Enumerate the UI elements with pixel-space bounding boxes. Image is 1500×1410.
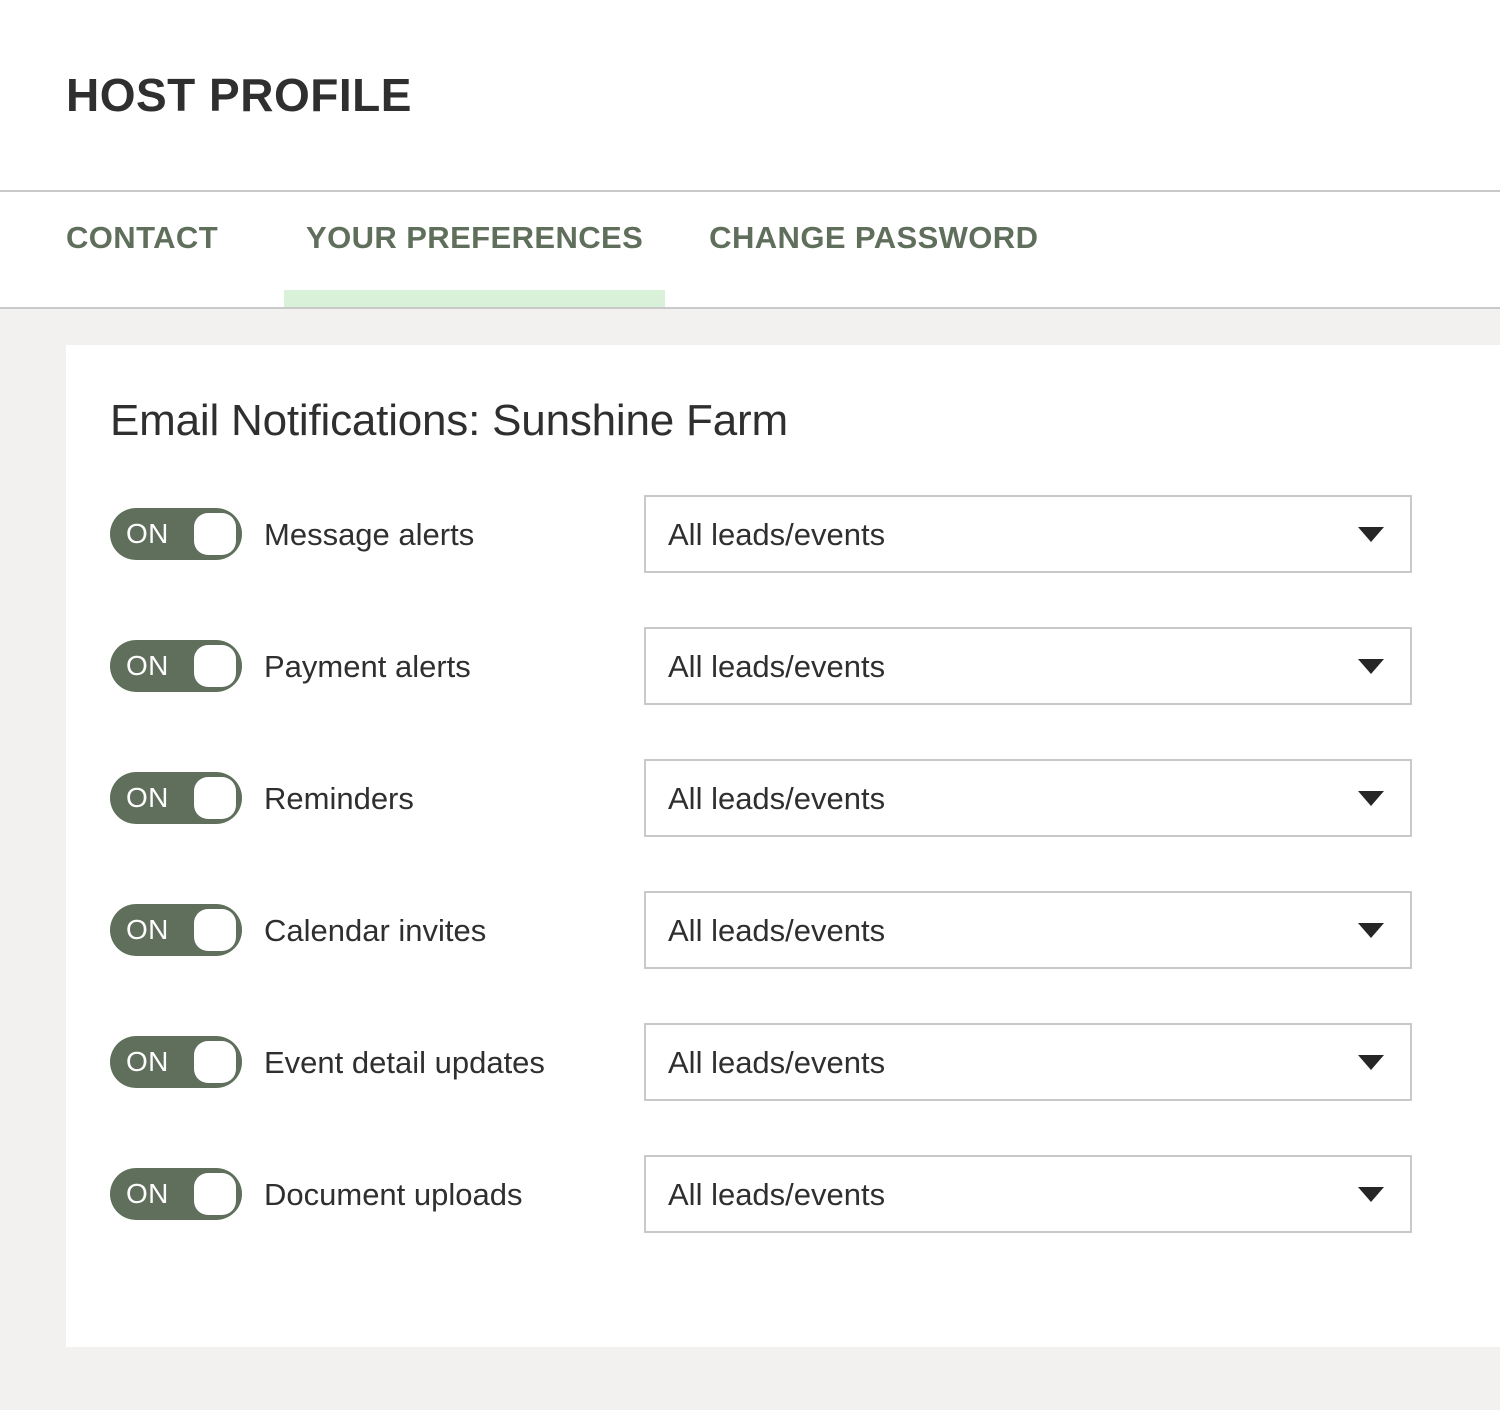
toggle-state-label: ON: [126, 914, 169, 946]
scope-select[interactable]: All leads/events: [644, 1023, 1412, 1102]
scope-select[interactable]: All leads/events: [644, 891, 1412, 970]
scope-select-value: All leads/events: [668, 1044, 886, 1080]
chevron-down-icon: [1358, 922, 1384, 938]
scope-select-value: All leads/events: [668, 516, 886, 552]
preference-label: Payment alerts: [264, 648, 471, 684]
host-profile-page: HOST PROFILE CONTACT YOUR PREFERENCES CHAN…: [0, 0, 1500, 1410]
preference-row: ON Message alerts All leads/events: [110, 495, 1500, 574]
tab-bar: CONTACT YOUR PREFERENCES CHANGE PASSWORD: [0, 192, 1500, 309]
chevron-down-icon: [1358, 1186, 1384, 1202]
chevron-down-icon: [1358, 790, 1384, 806]
toggle-state-label: ON: [126, 782, 169, 814]
toggle-switch[interactable]: ON: [110, 1036, 242, 1089]
tab-change-password[interactable]: CHANGE PASSWORD: [687, 192, 1060, 307]
card-title: Email Notifications: Sunshine Farm: [110, 396, 788, 445]
tab-label: CONTACT: [66, 220, 219, 255]
scope-select[interactable]: All leads/events: [644, 627, 1412, 706]
chevron-down-icon: [1358, 1054, 1384, 1070]
chevron-down-icon: [1358, 658, 1384, 674]
toggle-knob: [194, 1173, 236, 1216]
preference-row: ON Payment alerts All leads/events: [110, 627, 1500, 706]
toggle-switch[interactable]: ON: [110, 772, 242, 825]
preference-label: Document uploads: [264, 1176, 523, 1212]
preference-row: ON Document uploads All leads/events: [110, 1155, 1500, 1234]
toggle-switch[interactable]: ON: [110, 640, 242, 693]
scope-select[interactable]: All leads/events: [644, 759, 1412, 838]
preference-label: Event detail updates: [264, 1044, 545, 1080]
preference-label: Calendar invites: [264, 912, 487, 948]
preference-row: ON Calendar invites All leads/events: [110, 891, 1500, 970]
toggle-knob: [194, 513, 236, 556]
toggle-switch[interactable]: ON: [110, 508, 242, 561]
scope-select[interactable]: All leads/events: [644, 1155, 1412, 1234]
tab-label: CHANGE PASSWORD: [709, 220, 1039, 255]
toggle-state-label: ON: [126, 1046, 169, 1078]
preferences-list: ON Message alerts All leads/events ON Paymen…: [110, 495, 1500, 1234]
tab-contact[interactable]: CONTACT: [66, 192, 240, 307]
preference-label: Reminders: [264, 780, 414, 816]
email-notifications-card: Email Notifications: Sunshine Farm ON Mes…: [66, 345, 1500, 1347]
page-title: HOST PROFILE: [66, 69, 412, 121]
toggle-knob: [194, 1041, 236, 1084]
active-tab-underline: [284, 290, 666, 307]
toggle-knob: [194, 645, 236, 688]
toggle-knob: [194, 909, 236, 952]
scope-select-value: All leads/events: [668, 648, 886, 684]
scope-select-value: All leads/events: [668, 780, 886, 816]
toggle-state-label: ON: [126, 518, 169, 550]
page-body: Email Notifications: Sunshine Farm ON Mes…: [0, 309, 1500, 1410]
scope-select-value: All leads/events: [668, 912, 886, 948]
chevron-down-icon: [1358, 526, 1384, 542]
toggle-state-label: ON: [126, 1178, 169, 1210]
tab-your-preferences[interactable]: YOUR PREFERENCES: [284, 192, 666, 307]
preference-row: ON Reminders All leads/events: [110, 759, 1500, 838]
scope-select-value: All leads/events: [668, 1176, 886, 1212]
toggle-knob: [194, 777, 236, 820]
toggle-state-label: ON: [126, 650, 169, 682]
toggle-switch[interactable]: ON: [110, 1168, 242, 1221]
preference-row: ON Event detail updates All leads/events: [110, 1023, 1500, 1102]
page-header: HOST PROFILE: [0, 0, 1500, 192]
toggle-switch[interactable]: ON: [110, 904, 242, 957]
tab-label: YOUR PREFERENCES: [306, 220, 644, 255]
scope-select[interactable]: All leads/events: [644, 495, 1412, 574]
preference-label: Message alerts: [264, 516, 475, 552]
